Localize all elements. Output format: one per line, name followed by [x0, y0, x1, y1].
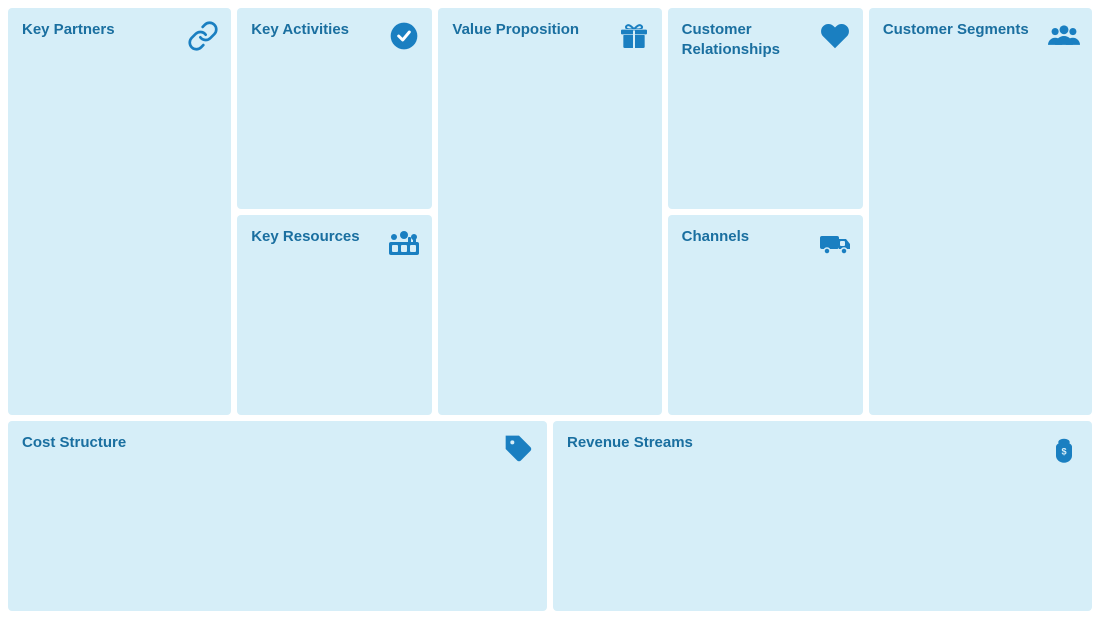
- value-proposition-cell[interactable]: Value Proposition: [438, 8, 661, 415]
- truck-icon: [819, 227, 851, 266]
- top-section: Key Partners Key Activities: [8, 8, 1092, 415]
- bottom-section: Cost Structure Revenue Streams $: [8, 421, 1092, 611]
- cost-structure-title: Cost Structure: [22, 433, 431, 453]
- people-icon: [1048, 20, 1080, 59]
- channels-cell[interactable]: Channels: [668, 215, 863, 416]
- factory-icon: [388, 227, 420, 266]
- key-partners-title: Key Partners: [22, 20, 178, 40]
- business-model-canvas: Key Partners Key Activities: [0, 0, 1100, 619]
- moneybag-icon: $: [1048, 433, 1080, 472]
- customer-relationships-column: Customer Relationships Channels: [668, 8, 863, 415]
- revenue-streams-title: Revenue Streams: [567, 433, 976, 453]
- check-icon: [388, 20, 420, 59]
- customer-segments-title: Customer Segments: [883, 20, 1039, 40]
- key-activities-cell[interactable]: Key Activities: [237, 8, 432, 209]
- customer-segments-cell[interactable]: Customer Segments: [869, 8, 1092, 415]
- heart-icon: [819, 20, 851, 59]
- key-resources-cell[interactable]: Key Resources: [237, 215, 432, 416]
- key-activities-title: Key Activities: [251, 20, 385, 40]
- customer-relationships-cell[interactable]: Customer Relationships: [668, 8, 863, 209]
- svg-text:$: $: [1061, 447, 1066, 457]
- customer-relationships-title: Customer Relationships: [682, 20, 816, 59]
- key-activities-column: Key Activities Key Resources: [237, 8, 432, 415]
- gift-icon: [618, 20, 650, 59]
- channels-title: Channels: [682, 227, 816, 247]
- value-proposition-title: Value Proposition: [452, 20, 608, 40]
- tag-icon: [503, 433, 535, 472]
- revenue-streams-cell[interactable]: Revenue Streams $: [553, 421, 1092, 611]
- key-partners-cell[interactable]: Key Partners: [8, 8, 231, 415]
- link-icon: [187, 20, 219, 59]
- key-resources-title: Key Resources: [251, 227, 385, 247]
- cost-structure-cell[interactable]: Cost Structure: [8, 421, 547, 611]
